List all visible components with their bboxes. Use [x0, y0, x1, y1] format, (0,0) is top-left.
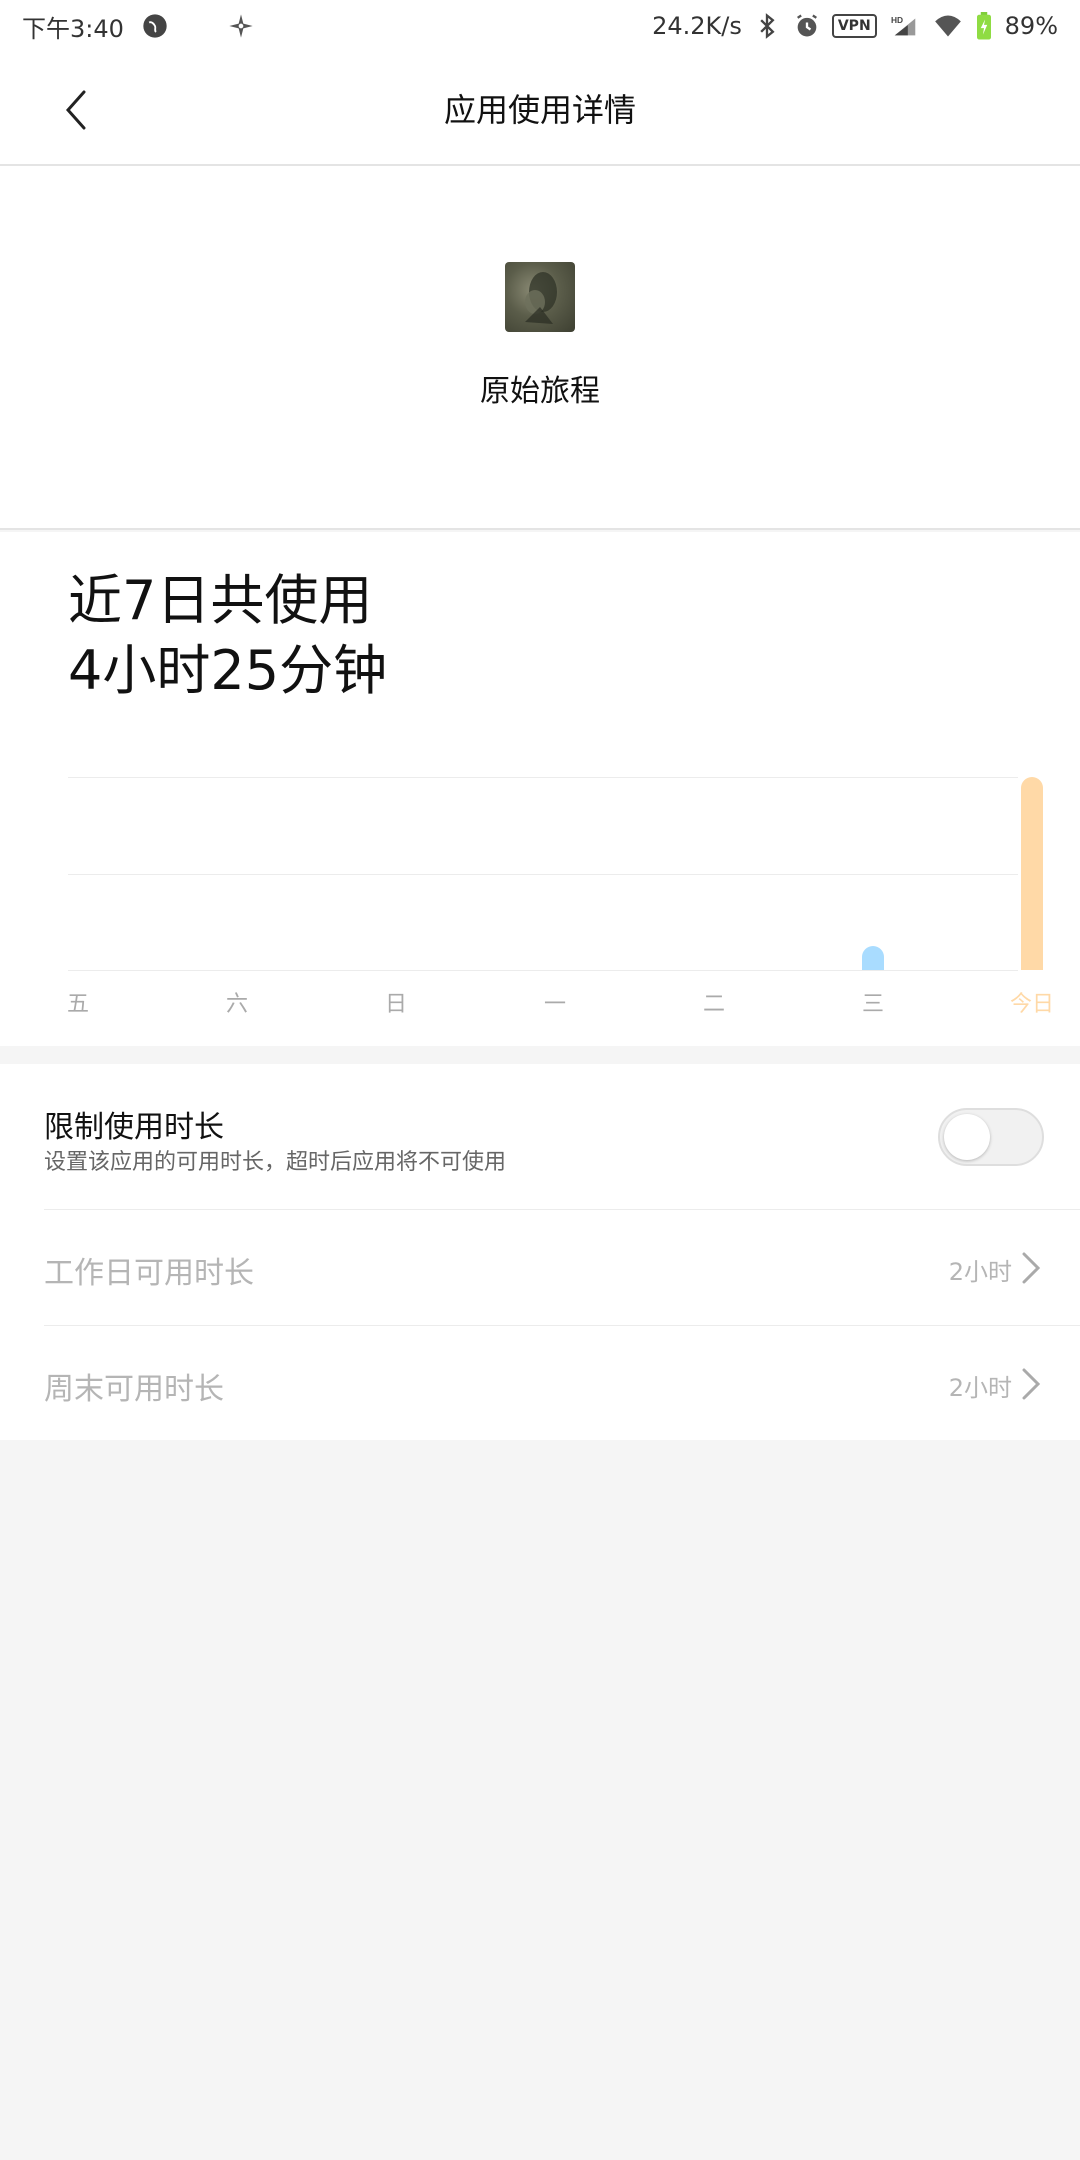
- weekday-limit-value: 2小时: [948, 1258, 1012, 1286]
- usage-section: 近7日共使用 4小时25分钟 五六日一二三今日: [0, 532, 1080, 1046]
- chart-bar: [1021, 777, 1043, 970]
- bluetooth-icon: [752, 11, 782, 41]
- globe-icon: [140, 11, 170, 41]
- app-info-section: 原始旅程: [0, 166, 1080, 530]
- chevron-right-icon: [1022, 1368, 1041, 1400]
- compass-icon: [226, 11, 256, 41]
- hd-label: HD: [891, 15, 903, 25]
- weekday-limit-label: 工作日可用时长: [44, 1256, 254, 1291]
- toggle-knob: [944, 1114, 990, 1160]
- app-name: 原始旅程: [480, 374, 600, 409]
- status-bar: 下午3:40 24.2K/s VPN HD 89%: [0, 0, 1080, 52]
- weekend-limit-label: 周末可用时长: [44, 1372, 224, 1407]
- chart-gridline: [68, 873, 1018, 875]
- limit-title: 限制使用时长: [44, 1110, 224, 1145]
- usage-chart: 五 六 日 一 二 三 今日: [0, 532, 1080, 1046]
- weekend-limit-row[interactable]: 周末可用时长 2小时: [0, 1326, 1080, 1442]
- back-button[interactable]: [48, 82, 104, 138]
- chart-day-label: 一: [543, 992, 566, 1017]
- chart-gridline: [68, 970, 1018, 971]
- chart-gridline: [68, 777, 1018, 778]
- limit-toggle[interactable]: [938, 1108, 1044, 1166]
- weekday-limit-row[interactable]: 工作日可用时长 2小时: [0, 1210, 1080, 1326]
- chart-day-label: 今日: [1009, 992, 1054, 1017]
- chart-day-label: 三: [861, 992, 884, 1017]
- limit-toggle-row[interactable]: 限制使用时长 设置该应用的可用时长，超时后应用将不可使用: [0, 1064, 1080, 1210]
- weekend-limit-value: 2小时: [948, 1374, 1012, 1402]
- battery-icon: [973, 11, 995, 41]
- network-speed: 24.2K/s: [652, 12, 742, 40]
- chart-day-label: 五: [66, 992, 89, 1017]
- signal-icon: HD: [887, 11, 923, 41]
- limit-subtitle: 设置该应用的可用时长，超时后应用将不可使用: [44, 1150, 507, 1175]
- status-time: 下午3:40: [22, 14, 124, 43]
- limit-section: 限制使用时长 设置该应用的可用时长，超时后应用将不可使用 工作日可用时长 2小时…: [0, 1064, 1080, 1440]
- alarm-icon: [792, 11, 822, 41]
- chart-bar: [862, 946, 884, 970]
- wifi-icon: [933, 11, 963, 41]
- back-arrow-icon: [65, 90, 86, 130]
- battery-percent: 89%: [1004, 12, 1058, 40]
- chart-day-label: 二: [702, 992, 725, 1017]
- page-title: 应用使用详情: [443, 91, 636, 129]
- chart-day-label: 日: [384, 992, 407, 1017]
- chart-day-label: 六: [225, 992, 248, 1017]
- chevron-right-icon: [1022, 1252, 1041, 1284]
- vpn-icon: VPN: [831, 14, 877, 38]
- header-bar: 应用使用详情: [0, 52, 1080, 166]
- phone-screen: 下午3:40 24.2K/s VPN HD 89% 应用使用详情 原始旅程 近7…: [0, 0, 1080, 2160]
- app-icon: [505, 262, 575, 332]
